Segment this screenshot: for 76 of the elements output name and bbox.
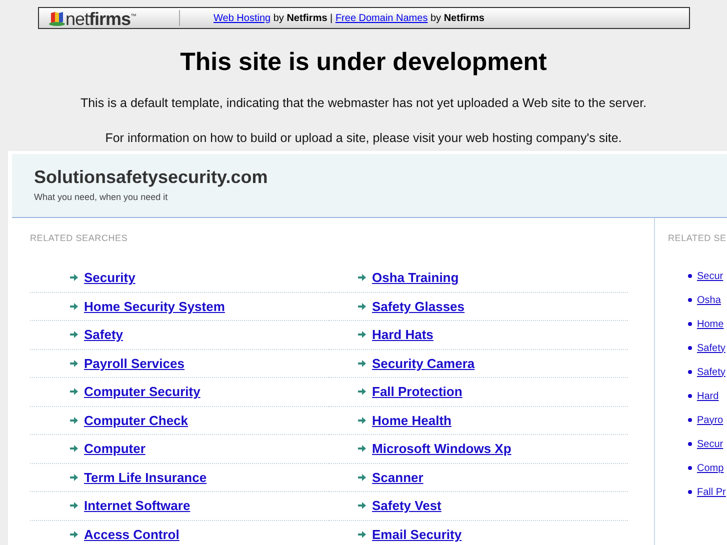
arrow-icon [358, 474, 366, 481]
page-title: This site is under development [180, 48, 547, 77]
bullet-icon [688, 394, 692, 398]
arrow-icon [358, 445, 366, 452]
search-link[interactable]: Hard [697, 390, 719, 402]
flags-logo-icon [48, 10, 64, 26]
search-link[interactable]: Payroll Services [84, 356, 184, 371]
search-link[interactable]: Computer [84, 441, 146, 456]
arrow-icon [70, 360, 78, 367]
arrow-icon [358, 360, 366, 367]
brand-text: Netfirms [286, 12, 328, 24]
bullet-icon [688, 442, 692, 446]
banner-link[interactable]: Web Hosting [214, 12, 271, 24]
bullet-icon [688, 346, 692, 350]
search-link[interactable]: Comp [697, 462, 724, 474]
search-link[interactable]: Security [84, 270, 136, 286]
search-link[interactable]: Email Security [372, 526, 462, 542]
banner-text: by [272, 12, 285, 24]
bullet-icon [688, 298, 692, 302]
arrow-icon [70, 530, 78, 538]
banner-text: by [429, 12, 442, 24]
section-heading: RELATED SEARCHES [30, 233, 129, 243]
info-paragraph: For information on how to build or upload a site, please visit your web hosting company's site. [105, 131, 622, 145]
arrow-icon [70, 331, 78, 338]
search-link[interactable]: Safety Glasses [372, 298, 465, 314]
bullet-icon [688, 322, 692, 326]
info-paragraph: This is a default template, indicating that the webmaster has not yet uploaded a Web site to the server. [80, 96, 647, 110]
banner-link[interactable]: Free Domain Names [335, 12, 428, 24]
bullet-icon [688, 490, 692, 494]
search-link[interactable]: Home [697, 318, 724, 330]
logo-text: netfirms$^{™}$ [66, 9, 136, 27]
arrow-icon [70, 416, 78, 424]
arrow-icon [358, 530, 366, 538]
search-link[interactable]: Security Camera [372, 356, 475, 371]
search-link[interactable]: Fall Protection [372, 384, 462, 400]
arrow-icon [70, 445, 78, 452]
search-link[interactable]: Fall Pr [697, 486, 726, 498]
arrow-icon [70, 502, 78, 510]
arrow-icon [358, 502, 366, 510]
arrow-icon [358, 331, 366, 338]
arrow-icon [70, 274, 78, 282]
search-link[interactable]: Safety [697, 342, 726, 354]
search-link[interactable]: Secur [697, 438, 724, 450]
search-link[interactable]: Safety [84, 327, 124, 342]
bullet-icon [688, 370, 692, 374]
arrow-icon [70, 302, 78, 310]
search-link[interactable]: Home Security System [84, 298, 225, 314]
brand-text: Netfirms [444, 12, 484, 24]
arrow-icon [358, 416, 366, 424]
search-link[interactable]: Term Life Insurance [84, 470, 207, 485]
arrow-icon [70, 474, 78, 481]
search-link[interactable]: Osha [697, 294, 721, 306]
search-link[interactable]: Osha Training [372, 270, 459, 286]
bullet-icon [688, 274, 692, 278]
banner-text: | [329, 12, 334, 24]
bullet-icon [688, 466, 692, 470]
arrow-icon [70, 388, 78, 396]
arrow-icon [358, 302, 366, 310]
site-tagline: What you need, when you need it [34, 192, 169, 202]
search-link[interactable]: Safety [697, 366, 726, 378]
search-link[interactable]: Home Health [372, 412, 452, 428]
bullet-icon [688, 418, 692, 422]
search-link[interactable]: Payro [697, 414, 724, 426]
search-link[interactable]: Computer Check [84, 412, 188, 428]
arrow-icon [358, 274, 366, 282]
search-link[interactable]: Access Control [84, 526, 180, 542]
arrow-icon [358, 388, 366, 396]
site-name: Solutionsafetysecurity.com [34, 167, 269, 188]
search-link[interactable]: Hard Hats [372, 327, 434, 342]
search-link[interactable]: Internet Software [84, 498, 190, 514]
search-link[interactable]: Microsoft Windows Xp [372, 441, 512, 456]
search-link[interactable]: Computer Security [84, 384, 200, 400]
search-link[interactable]: Secur [697, 270, 724, 282]
search-link[interactable]: Safety Vest [372, 498, 442, 514]
section-heading: RELATED SE [668, 233, 727, 243]
search-link[interactable]: Scanner [372, 470, 424, 485]
